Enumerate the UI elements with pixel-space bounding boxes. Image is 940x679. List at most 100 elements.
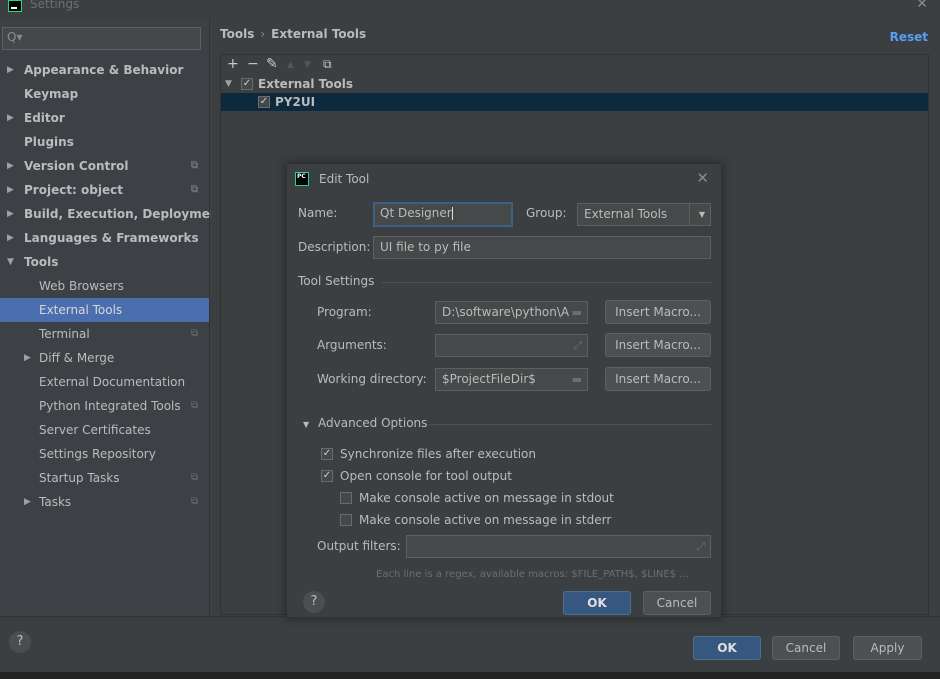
sidebar-item-editor[interactable]: ▶ Editor: [0, 106, 209, 130]
sidebar-item-python-integrated-tools[interactable]: Python Integrated Tools ⧉: [0, 394, 209, 418]
program-input[interactable]: D:\software\python\Ar ▬: [435, 301, 588, 324]
reset-link[interactable]: Reset: [890, 30, 928, 44]
sidebar-item-label: Version Control: [24, 159, 129, 173]
console-stderr-checkbox[interactable]: [340, 514, 352, 526]
sidebar-item-terminal[interactable]: Terminal ⧉: [0, 322, 209, 346]
expand-arrow-icon[interactable]: ▼: [225, 75, 232, 93]
dialog-help-button[interactable]: ?: [303, 591, 325, 613]
insert-macro-working-dir-button[interactable]: Insert Macro...: [605, 367, 711, 391]
dialog-ok-button[interactable]: OK: [563, 591, 631, 615]
sidebar-item-build-execution-deployment[interactable]: ▶ Build, Execution, Deployment: [0, 202, 224, 226]
insert-macro-arguments-button[interactable]: Insert Macro...: [605, 333, 711, 357]
sidebar-item-project-object[interactable]: ▶ Project: object ⧉: [0, 178, 209, 202]
insert-macro-program-button[interactable]: Insert Macro...: [605, 300, 711, 324]
collapsed-arrow-icon[interactable]: ▶: [24, 346, 31, 370]
sync-files-checkbox[interactable]: ✓: [321, 448, 333, 460]
console-stdout-checkbox[interactable]: [340, 492, 352, 504]
checkbox-label: Open console for tool output: [340, 469, 512, 483]
sidebar-item-label: Appearance & Behavior: [24, 63, 184, 77]
collapsed-arrow-icon[interactable]: ▶: [24, 490, 31, 514]
project-scope-icon: ⧉: [191, 496, 199, 507]
window-close-icon[interactable]: ✕: [916, 0, 928, 12]
help-button[interactable]: ?: [9, 631, 31, 653]
sidebar-item-label: Terminal: [39, 327, 90, 341]
chevron-down-icon[interactable]: ▼: [699, 204, 705, 225]
open-console-checkbox[interactable]: ✓: [321, 470, 333, 482]
sidebar-item-label: Keymap: [24, 87, 79, 101]
sidebar-item-appearance-behavior[interactable]: ▶ Appearance & Behavior: [0, 58, 209, 82]
group-checkbox[interactable]: ✓: [241, 78, 253, 90]
collapsed-arrow-icon[interactable]: ▶: [7, 58, 14, 82]
sidebar-item-plugins[interactable]: Plugins: [0, 130, 209, 154]
sidebar-item-languages-frameworks[interactable]: ▶ Languages & Frameworks: [0, 226, 209, 250]
sidebar-item-label: Tasks: [39, 495, 72, 509]
sidebar-item-label: Python Integrated Tools: [39, 399, 181, 413]
group-combobox[interactable]: External Tools ▼: [577, 203, 711, 226]
advanced-options-toggle[interactable]: Advanced Options: [318, 416, 427, 430]
pycharm-icon: PC: [295, 172, 309, 186]
collapsed-arrow-icon[interactable]: ▶: [7, 154, 14, 178]
expand-icon[interactable]: ⤢: [696, 536, 705, 557]
folder-icon[interactable]: ▬: [568, 302, 582, 323]
apply-button[interactable]: Apply: [853, 636, 922, 660]
working-directory-input[interactable]: $ProjectFileDir$ ▬: [435, 368, 588, 391]
name-input[interactable]: Qt Designer: [373, 202, 513, 227]
sidebar-item-web-browsers[interactable]: Web Browsers: [0, 274, 209, 298]
dialog-title-bar: PC Edit Tool ✕: [287, 164, 721, 194]
group-value: External Tools: [584, 207, 668, 221]
move-down-icon[interactable]: ▼: [304, 60, 311, 70]
sidebar-item-diff-merge[interactable]: ▶ Diff & Merge: [0, 346, 209, 370]
sidebar-item-label: Tools: [24, 255, 59, 269]
description-input[interactable]: UI file to py file: [373, 236, 711, 259]
cancel-button[interactable]: Cancel: [772, 636, 840, 660]
sidebar-item-settings-repository[interactable]: Settings Repository: [0, 442, 209, 466]
program-label: Program:: [317, 305, 372, 319]
tools-toolbar: + − ✎ ▲ ▼ ⧉: [221, 55, 928, 75]
sidebar-item-keymap[interactable]: Keymap: [0, 82, 209, 106]
dialog-close-icon[interactable]: ✕: [696, 169, 709, 187]
sidebar-item-label: Editor: [24, 111, 65, 125]
window-title: Settings: [30, 0, 80, 11]
output-filters-input[interactable]: ⤢: [406, 535, 711, 558]
expand-icon[interactable]: ⤢: [573, 335, 582, 356]
project-scope-icon: ⧉: [191, 184, 199, 195]
collapse-arrow-icon[interactable]: ▼: [303, 420, 309, 429]
ok-button[interactable]: OK: [693, 636, 761, 660]
collapsed-arrow-icon[interactable]: ▶: [7, 106, 14, 130]
breadcrumb-item[interactable]: Tools: [220, 27, 254, 41]
sidebar-item-version-control[interactable]: ▶ Version Control ⧉: [0, 154, 209, 178]
description-label: Description:: [298, 240, 371, 254]
collapsed-arrow-icon[interactable]: ▶: [7, 202, 14, 226]
checkbox-label: Make console active on message in stderr: [359, 513, 612, 527]
add-icon[interactable]: +: [227, 56, 239, 72]
folder-icon[interactable]: ▬: [572, 369, 582, 390]
name-value: Qt Designer: [380, 206, 452, 220]
settings-button-bar: ? OK Cancel Apply: [0, 616, 940, 672]
sidebar-item-external-documentation[interactable]: External Documentation: [0, 370, 209, 394]
tree-item-py2ui[interactable]: ✓ PY2UI: [221, 93, 928, 111]
sidebar-item-label: Project: object: [24, 183, 123, 197]
dialog-cancel-button[interactable]: Cancel: [643, 591, 711, 615]
sidebar-item-label: Settings Repository: [39, 447, 156, 461]
arguments-input[interactable]: ⤢: [435, 334, 588, 357]
tool-checkbox[interactable]: ✓: [258, 96, 270, 108]
sidebar-item-tasks[interactable]: ▶ Tasks ⧉: [0, 490, 209, 514]
copy-icon[interactable]: ⧉: [323, 57, 332, 72]
project-scope-icon: ⧉: [191, 472, 199, 483]
sidebar-item-external-tools[interactable]: External Tools: [0, 298, 209, 322]
dialog-title: Edit Tool: [319, 172, 370, 186]
move-up-icon[interactable]: ▲: [287, 60, 294, 70]
settings-search-input[interactable]: Q▾: [2, 27, 201, 50]
remove-icon[interactable]: −: [247, 56, 259, 72]
sidebar-item-server-certificates[interactable]: Server Certificates: [0, 418, 209, 442]
search-icon: Q▾: [7, 30, 23, 44]
expanded-arrow-icon[interactable]: ▼: [7, 250, 14, 274]
collapsed-arrow-icon[interactable]: ▶: [7, 226, 14, 250]
sidebar-item-tools[interactable]: ▼ Tools: [0, 250, 209, 274]
collapsed-arrow-icon[interactable]: ▶: [7, 178, 14, 202]
edit-icon[interactable]: ✎: [266, 56, 278, 72]
working-directory-value: $ProjectFileDir$: [442, 372, 536, 386]
edit-tool-dialog: PC Edit Tool ✕ Name: Qt Designer Group: …: [286, 163, 722, 618]
sidebar-item-startup-tasks[interactable]: Startup Tasks ⧉: [0, 466, 209, 490]
tree-group-external-tools[interactable]: ▼ ✓ External Tools: [221, 75, 928, 93]
